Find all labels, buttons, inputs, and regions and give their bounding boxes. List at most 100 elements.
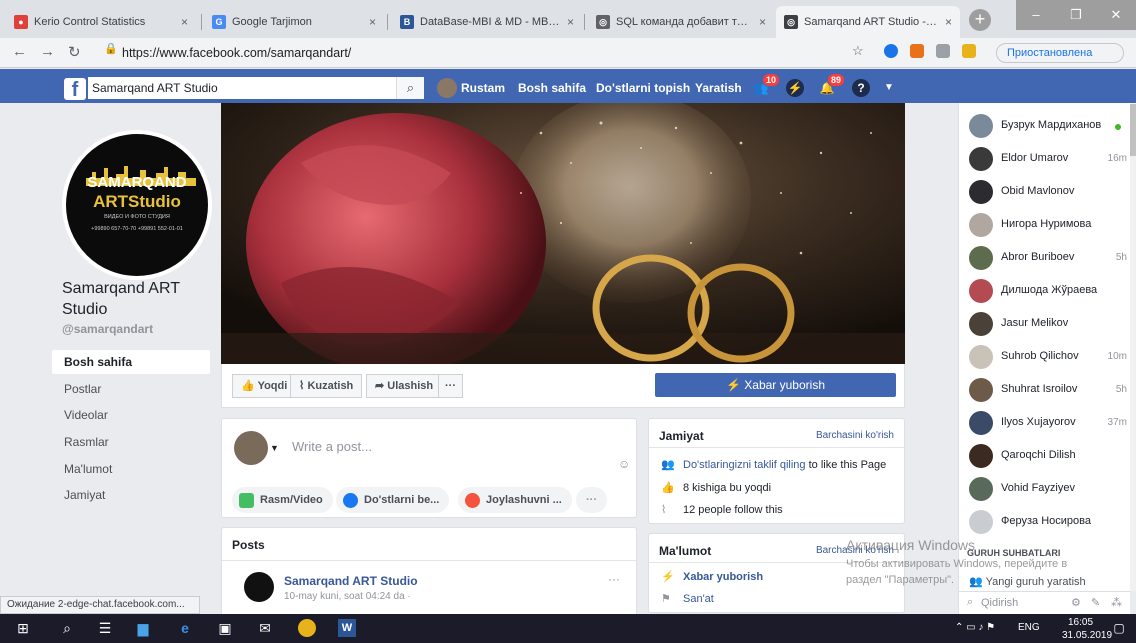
reload-icon[interactable]: ↻ (68, 43, 81, 61)
search-icon[interactable]: ⌕ (58, 619, 76, 637)
close-icon[interactable]: × (369, 15, 376, 29)
chat-contact[interactable]: Eldor Umarov 16m (959, 143, 1136, 176)
word-icon[interactable]: W (338, 619, 356, 637)
page-avatar[interactable] (244, 572, 274, 602)
page-profile-picture[interactable]: SAMARQAND ARTStudio ВИДЕО И ФОТО СТУДИЯ … (62, 130, 212, 280)
tab-database[interactable]: B DataBase-MBI & MD - MBBLin × (392, 6, 582, 38)
facebook-logo-icon[interactable]: f (64, 78, 86, 101)
edge-icon[interactable]: e (176, 619, 194, 637)
language-indicator[interactable]: ENG (1018, 622, 1040, 633)
chat-contact[interactable]: Vohid Fayziyev (959, 473, 1136, 506)
tab-kerio[interactable]: ● Kerio Control Statistics × (6, 6, 196, 38)
group-icon[interactable]: ⁂ (1111, 596, 1122, 609)
chevron-down-icon[interactable]: ▼ (880, 79, 898, 97)
close-icon[interactable]: × (181, 15, 188, 29)
left-nav-videos[interactable]: Videolar (52, 403, 210, 427)
scrollbar-thumb[interactable] (1130, 104, 1136, 156)
chat-contact[interactable]: Ilyos Xujayorov 37m (959, 407, 1136, 440)
post-meta[interactable]: 10-may kuni, soat 04:24 da · (284, 591, 411, 602)
nav-home[interactable]: Bosh sahifa (518, 79, 586, 97)
clock-time[interactable]: 16:05 (1068, 617, 1093, 628)
extension-icon[interactable] (884, 44, 898, 58)
tag-friends-chip[interactable]: Do'stlarni be... (336, 487, 450, 513)
profile-paused-button[interactable]: Приостановлена (996, 43, 1124, 63)
post-more-button[interactable]: ··· (608, 572, 620, 586)
chat-contact[interactable]: Дилшода Жўраева (959, 275, 1136, 308)
notification-center-icon[interactable]: ▢ (1110, 619, 1128, 637)
close-icon[interactable]: × (567, 15, 574, 29)
settings-gear-icon[interactable]: ⚙ (1071, 596, 1081, 609)
user-avatar[interactable] (437, 78, 457, 98)
chrome-icon[interactable] (298, 619, 316, 637)
chat-contact[interactable]: Нигора Нуримова (959, 209, 1136, 242)
photo-video-chip[interactable]: Rasm/Video (232, 487, 333, 513)
create-group-button[interactable]: 👥 Yangi guruh yaratish (969, 575, 1086, 588)
about-category-link[interactable]: San'at (683, 593, 714, 605)
check-in-chip[interactable]: Joylashuvni ... (458, 487, 572, 513)
tray-icons[interactable]: ⌃ ▭ ♪ ⚑ (955, 622, 995, 633)
forward-arrow-icon[interactable]: → (40, 43, 55, 60)
page-scrollbar[interactable] (1130, 103, 1136, 591)
likes-count[interactable]: 8 kishiga bu yoqdi (683, 482, 771, 494)
left-nav-about[interactable]: Ma'lumot (52, 457, 210, 481)
new-tab-button[interactable]: + (969, 9, 991, 31)
nav-find-friends[interactable]: Do'stlarni topish (596, 79, 690, 97)
close-window-button[interactable]: ✕ (1096, 0, 1136, 30)
messenger-icon[interactable]: ⚡ (786, 79, 804, 97)
minimize-button[interactable]: – (1016, 0, 1056, 30)
left-nav-community[interactable]: Jamiyat (52, 483, 210, 507)
like-page-button[interactable]: 👍 Yoqdi (232, 374, 297, 398)
close-icon[interactable]: × (945, 15, 952, 29)
nav-profile-rustam[interactable]: Rustam (461, 79, 505, 97)
more-options-chip[interactable]: ··· (576, 487, 607, 513)
bookmark-star-icon[interactable]: ☆ (852, 43, 864, 59)
left-nav-home[interactable]: Bosh sahifa (52, 350, 210, 374)
follows-count[interactable]: 12 people follow this (683, 504, 783, 516)
invite-friends-link[interactable]: Do'stlaringizni taklif qiling (683, 459, 806, 471)
mail-icon[interactable]: ✉ (256, 619, 274, 637)
url-field[interactable]: https://www.facebook.com/samarqandart/ (122, 42, 892, 64)
extension-icon[interactable] (936, 44, 950, 58)
task-view-icon[interactable]: ☰ (96, 619, 114, 637)
community-see-all-link[interactable]: Barchasini ko'rish (816, 430, 894, 441)
tab-facebook-active[interactable]: ◎ Samarqand ART Studio - Bosh × (776, 6, 960, 38)
clock-date[interactable]: 31.05.2019 (1062, 630, 1112, 641)
about-message-link[interactable]: Xabar yuborish (683, 571, 763, 583)
nav-create[interactable]: Yaratish (695, 79, 742, 97)
chat-search-input[interactable]: Qidirish (981, 597, 1018, 609)
close-icon[interactable]: × (759, 15, 766, 29)
chevron-down-icon[interactable]: ▼ (270, 443, 279, 453)
restore-button[interactable]: ❐ (1056, 0, 1096, 30)
chat-contact[interactable]: Бузрук Мардиханов (959, 110, 1136, 143)
chat-contact[interactable]: Феруза Носирова (959, 506, 1136, 539)
send-message-button[interactable]: ⚡ Xabar yuborish (655, 373, 896, 397)
tab-google-translate[interactable]: G Google Tarjimon × (204, 6, 384, 38)
chat-contact[interactable]: Suhrob Qilichov 10m (959, 341, 1136, 374)
follow-button[interactable]: ⌇ Kuzatish (290, 374, 363, 398)
file-explorer-icon[interactable]: ▆ (134, 619, 152, 637)
tab-sql[interactable]: ◎ SQL команда добавит таблица × (588, 6, 774, 38)
page-handle[interactable]: @samarqandart (62, 322, 153, 336)
back-arrow-icon[interactable]: ← (12, 43, 27, 60)
left-nav-posts[interactable]: Postlar (52, 377, 210, 401)
store-icon[interactable]: ▣ (216, 619, 234, 637)
extension-icon[interactable] (910, 44, 924, 58)
facebook-search-input[interactable]: Samarqand ART Studio (88, 77, 424, 99)
cover-photo[interactable] (221, 103, 905, 365)
more-options-button[interactable]: ··· (438, 374, 463, 398)
left-nav-photos[interactable]: Rasmlar (52, 430, 210, 454)
chat-contact[interactable]: Shuhrat Isroilov 5h (959, 374, 1136, 407)
windows-start-icon[interactable]: ⊞ (14, 619, 32, 637)
extension-icon[interactable] (962, 44, 976, 58)
post-author[interactable]: Samarqand ART Studio (284, 574, 418, 588)
chat-contact[interactable]: Obid Mavlonov (959, 176, 1136, 209)
search-icon[interactable]: ⌕ (396, 77, 424, 99)
chat-contact[interactable]: Qaroqchi Dilish (959, 440, 1136, 473)
chat-contact[interactable]: Abror Buriboev 5h (959, 242, 1136, 275)
write-post-input[interactable]: Write a post... (292, 439, 372, 454)
emoji-icon[interactable]: ☺ (618, 457, 630, 471)
chat-contact[interactable]: Jasur Melikov (959, 308, 1136, 341)
share-button[interactable]: ➦ Ulashish (366, 374, 443, 398)
help-icon[interactable]: ? (852, 79, 870, 97)
compose-icon[interactable]: ✎ (1091, 596, 1100, 609)
